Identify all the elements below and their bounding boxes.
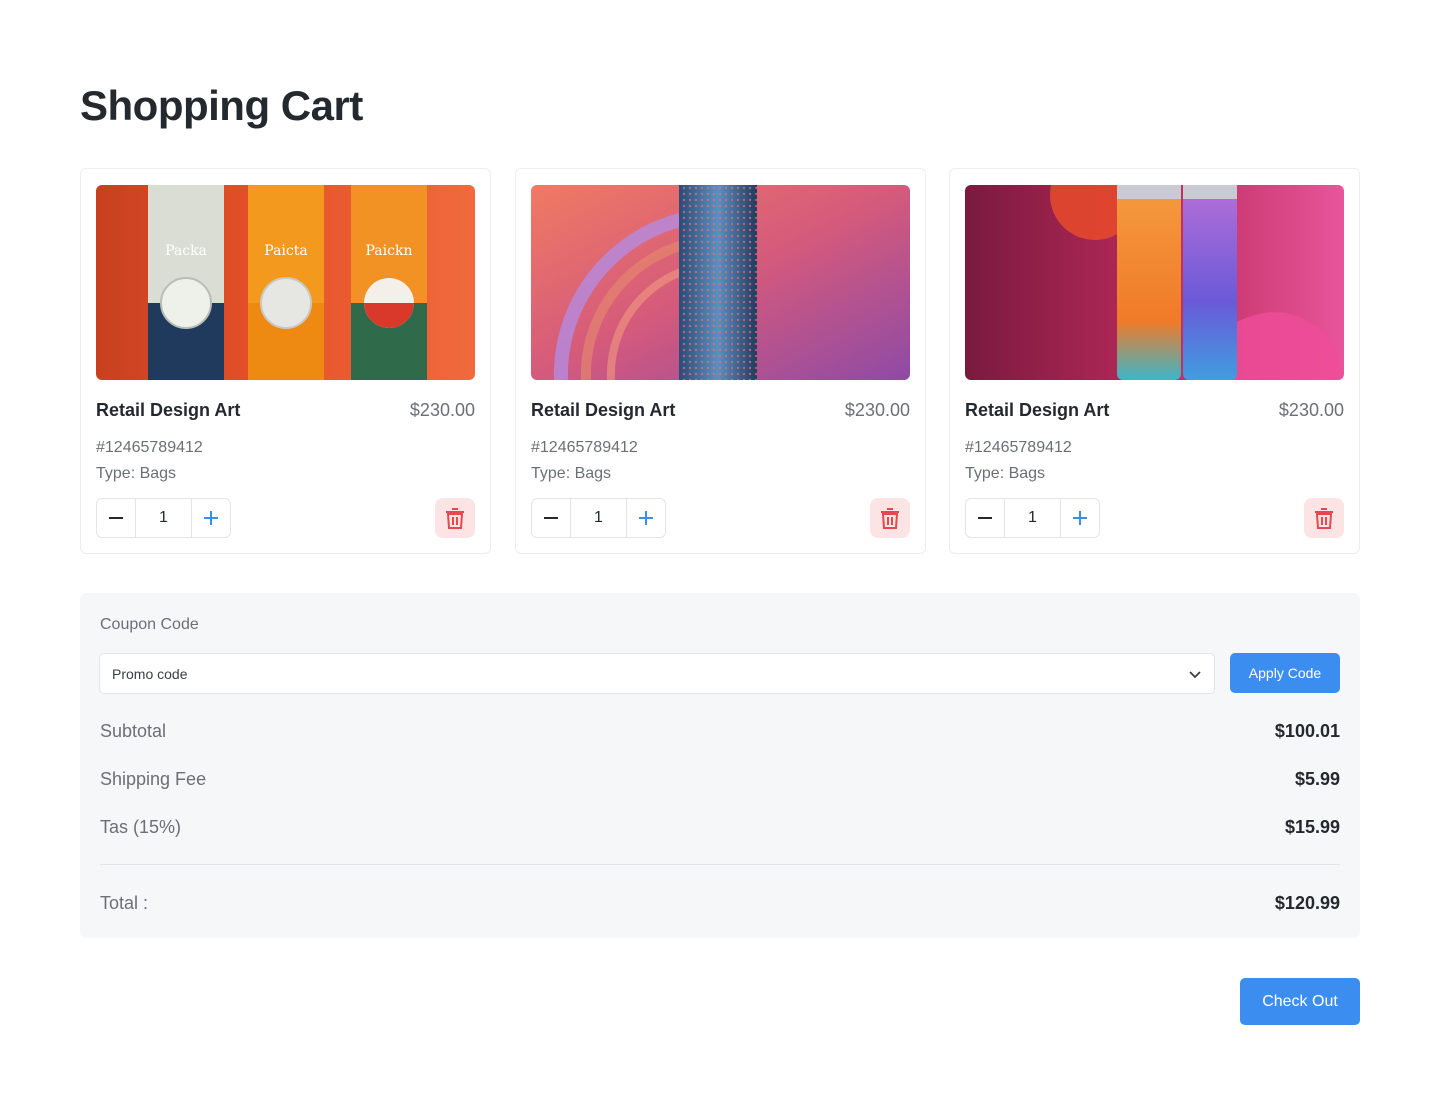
plus-icon xyxy=(639,511,653,525)
minus-icon xyxy=(978,517,992,519)
tube-3-label: Paickn xyxy=(366,243,413,259)
increase-quantity-button[interactable] xyxy=(192,499,230,537)
subtotal-value: $100.01 xyxy=(1274,721,1340,741)
cart-items: Packa Paicta Paickn Retail Design Art $2… xyxy=(80,168,1360,554)
product-image[interactable]: Packa Paicta Paickn xyxy=(96,185,475,380)
product-sku: #12465789412 xyxy=(531,439,638,456)
product-price: $230.00 xyxy=(409,400,475,420)
minus-icon xyxy=(109,517,123,519)
product-price: $230.00 xyxy=(844,400,910,420)
plus-icon xyxy=(1073,511,1087,525)
quantity-stepper: 1 xyxy=(531,498,666,538)
shipping-value: $5.99 xyxy=(1294,769,1340,789)
minus-icon xyxy=(544,517,558,519)
cart-item-card: Retail Design Art $230.00 #12465789412 T… xyxy=(515,168,926,554)
chevron-down-icon xyxy=(1189,670,1201,678)
tax-value: $15.99 xyxy=(1284,817,1340,837)
product-type: Type: Bags xyxy=(531,465,612,482)
product-image-packaging: Packa Paicta Paickn xyxy=(96,185,475,380)
order-summary-panel: Coupon Code Promo code Apply Code Subtot… xyxy=(80,593,1360,938)
tube-2-label: Paicta xyxy=(264,243,307,259)
increase-quantity-button[interactable] xyxy=(1061,499,1099,537)
quantity-value[interactable]: 1 xyxy=(570,499,627,537)
decrease-quantity-button[interactable] xyxy=(966,499,1004,537)
product-sku: #12465789412 xyxy=(96,439,203,456)
total-label: Total : xyxy=(100,893,149,913)
cart-item-card: Retail Design Art $230.00 #12465789412 T… xyxy=(949,168,1360,554)
product-type: Type: Bags xyxy=(965,465,1046,482)
subtotal-label: Subtotal xyxy=(100,721,167,741)
quantity-value[interactable]: 1 xyxy=(1004,499,1061,537)
plus-icon xyxy=(204,511,218,525)
coupon-code-label: Coupon Code xyxy=(100,616,199,633)
decrease-quantity-button[interactable] xyxy=(97,499,135,537)
tube-1-label: Packa xyxy=(165,243,207,259)
remove-item-button[interactable] xyxy=(870,498,910,538)
apply-code-button[interactable]: Apply Code xyxy=(1230,653,1340,693)
subtotal-row: Subtotal $100.01 xyxy=(100,721,1340,742)
product-image[interactable] xyxy=(965,185,1344,380)
tax-label: Tas (15%) xyxy=(100,817,182,837)
quantity-stepper: 1 xyxy=(96,498,231,538)
total-value: $120.99 xyxy=(1274,893,1340,913)
trash-icon xyxy=(881,508,899,529)
increase-quantity-button[interactable] xyxy=(627,499,665,537)
checkout-button[interactable]: Check Out xyxy=(1240,978,1360,1025)
promo-code-select[interactable]: Promo code xyxy=(99,653,1215,694)
product-image[interactable] xyxy=(531,185,910,380)
product-price: $230.00 xyxy=(1278,400,1344,420)
trash-icon xyxy=(1315,508,1333,529)
product-name: Retail Design Art xyxy=(531,400,676,420)
quantity-stepper: 1 xyxy=(965,498,1100,538)
remove-item-button[interactable] xyxy=(435,498,475,538)
total-row: Total : $120.99 xyxy=(100,893,1340,914)
tax-row: Tas (15%) $15.99 xyxy=(100,817,1340,838)
product-name: Retail Design Art xyxy=(96,400,241,420)
cart-item-card: Packa Paicta Paickn Retail Design Art $2… xyxy=(80,168,491,554)
quantity-value[interactable]: 1 xyxy=(135,499,192,537)
decrease-quantity-button[interactable] xyxy=(532,499,570,537)
product-image-speaker xyxy=(531,185,910,380)
product-type: Type: Bags xyxy=(96,465,177,482)
remove-item-button[interactable] xyxy=(1304,498,1344,538)
product-name: Retail Design Art xyxy=(965,400,1110,420)
trash-icon xyxy=(446,508,464,529)
page-title: Shopping Cart xyxy=(80,82,363,129)
shipping-row: Shipping Fee $5.99 xyxy=(100,769,1340,790)
product-sku: #12465789412 xyxy=(965,439,1072,456)
product-image-bottles xyxy=(965,185,1344,380)
summary-divider xyxy=(100,864,1340,865)
shipping-label: Shipping Fee xyxy=(100,769,207,789)
promo-code-selected: Promo code xyxy=(112,665,188,682)
